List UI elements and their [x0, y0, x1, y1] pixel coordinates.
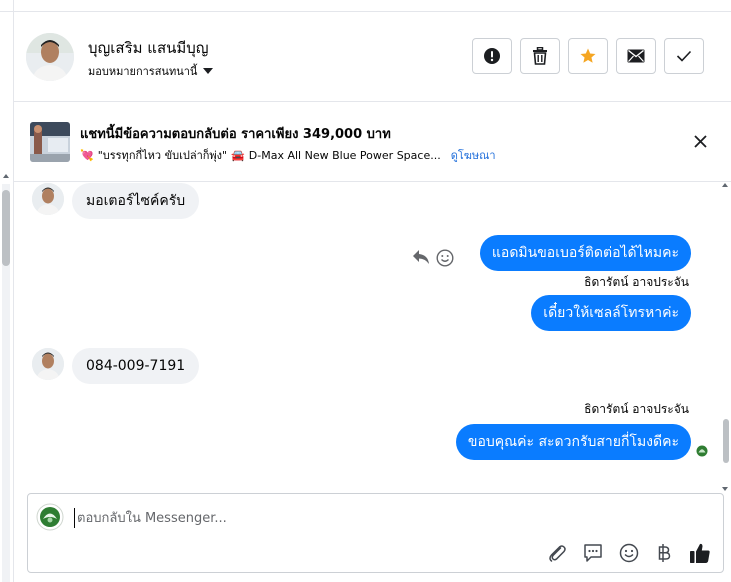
- saved-replies-button[interactable]: [582, 542, 604, 564]
- page-avatar: [36, 503, 64, 531]
- reply-button[interactable]: [412, 249, 430, 269]
- incoming-message[interactable]: มอเตอร์ไซค์ครับ: [72, 183, 200, 219]
- emoji-icon: [619, 543, 639, 563]
- page-scrollbar[interactable]: [0, 174, 13, 582]
- message-thread: มอเตอร์ไซค์ครับ แอดมินขอเบอร์ติดต่อได้ไห…: [14, 183, 719, 491]
- saved-replies-icon: [584, 544, 602, 562]
- contact-avatar[interactable]: [26, 33, 74, 81]
- ad-thumbnail[interactable]: [30, 122, 70, 162]
- trash-icon: [533, 47, 547, 65]
- car-emoji: 🚘: [231, 148, 245, 162]
- star-icon: [580, 48, 596, 63]
- star-button[interactable]: [568, 38, 608, 74]
- thread-scrollbar[interactable]: [719, 183, 731, 491]
- ad-quote: "บรรทุกกี่ไหว ขับเปล่าก็พุ่ง": [97, 149, 228, 162]
- reply-composer: [27, 493, 724, 573]
- mark-unread-button[interactable]: [616, 38, 656, 74]
- react-button[interactable]: [436, 249, 454, 271]
- contact-avatar-small: [32, 183, 64, 215]
- like-button[interactable]: [689, 542, 711, 564]
- attachment-button[interactable]: [546, 542, 568, 564]
- assign-label: มอบหมายการสนทนานี้: [88, 65, 198, 78]
- ad-text: D-Max All New Blue Power Space...: [248, 148, 441, 162]
- seen-indicator-avatar: [695, 443, 709, 457]
- caret-down-icon: [203, 68, 214, 74]
- outgoing-message[interactable]: ขอบคุณค่ะ สะดวกรับสายกี่โมงดีคะ: [455, 424, 691, 460]
- reply-icon: [413, 250, 429, 264]
- check-icon: [676, 50, 692, 62]
- contact-avatar-small: [32, 348, 64, 380]
- outgoing-message[interactable]: แอดมินขอเบอร์ติดต่อได้ไหมคะ: [479, 235, 691, 271]
- outgoing-message[interactable]: เดี๋ยวให้เซลล์โทรหาค่ะ: [531, 295, 691, 331]
- contact-name: บุญเสริม แสนมีบุญ: [88, 39, 209, 57]
- sender-name: ธิดารัตน์ อาจประจัน: [584, 275, 689, 289]
- payment-button[interactable]: [653, 542, 675, 564]
- reply-input[interactable]: [74, 508, 674, 528]
- scroll-thumb[interactable]: [2, 190, 10, 266]
- paperclip-icon: [549, 545, 566, 562]
- sender-name: ธิดารัตน์ อาจประจัน: [584, 402, 689, 416]
- conversation-header: บุญเสริม แสนมีบุญ มอบหมายการสนทนานี้: [14, 12, 731, 102]
- scroll-up-arrow-icon[interactable]: [722, 183, 728, 187]
- mark-done-button[interactable]: [664, 38, 704, 74]
- report-button[interactable]: [472, 38, 512, 74]
- ad-subtitle: 💘 "บรรทุกกี่ไหว ขับเปล่าก็พุ่ง" 🚘 D-Max …: [80, 146, 496, 164]
- ad-context-banner: แชทนี้มีข้อความตอบกลับต่อ ราคาเพียง 349,…: [14, 103, 731, 182]
- report-icon: [484, 48, 500, 64]
- close-banner-button[interactable]: [690, 131, 710, 151]
- smiley-icon: [436, 249, 454, 267]
- envelope-icon: [627, 49, 645, 63]
- heart-emoji: 💘: [80, 148, 94, 162]
- like-icon: [690, 543, 710, 563]
- baht-icon: [658, 544, 671, 562]
- ad-title: แชทนี้มีข้อความตอบกลับต่อ ราคาเพียง 349,…: [80, 127, 391, 142]
- scroll-thumb[interactable]: [723, 419, 729, 463]
- incoming-message[interactable]: 084-009-7191: [72, 348, 200, 384]
- emoji-button[interactable]: [618, 542, 640, 564]
- scroll-up-arrow-icon[interactable]: [3, 174, 9, 178]
- assign-conversation-dropdown[interactable]: มอบหมายการสนทนานี้: [88, 62, 214, 80]
- scroll-down-arrow-icon[interactable]: [722, 487, 728, 491]
- close-icon: [693, 134, 707, 148]
- view-ad-link[interactable]: ดูโฆษณา: [451, 146, 496, 164]
- delete-button[interactable]: [520, 38, 560, 74]
